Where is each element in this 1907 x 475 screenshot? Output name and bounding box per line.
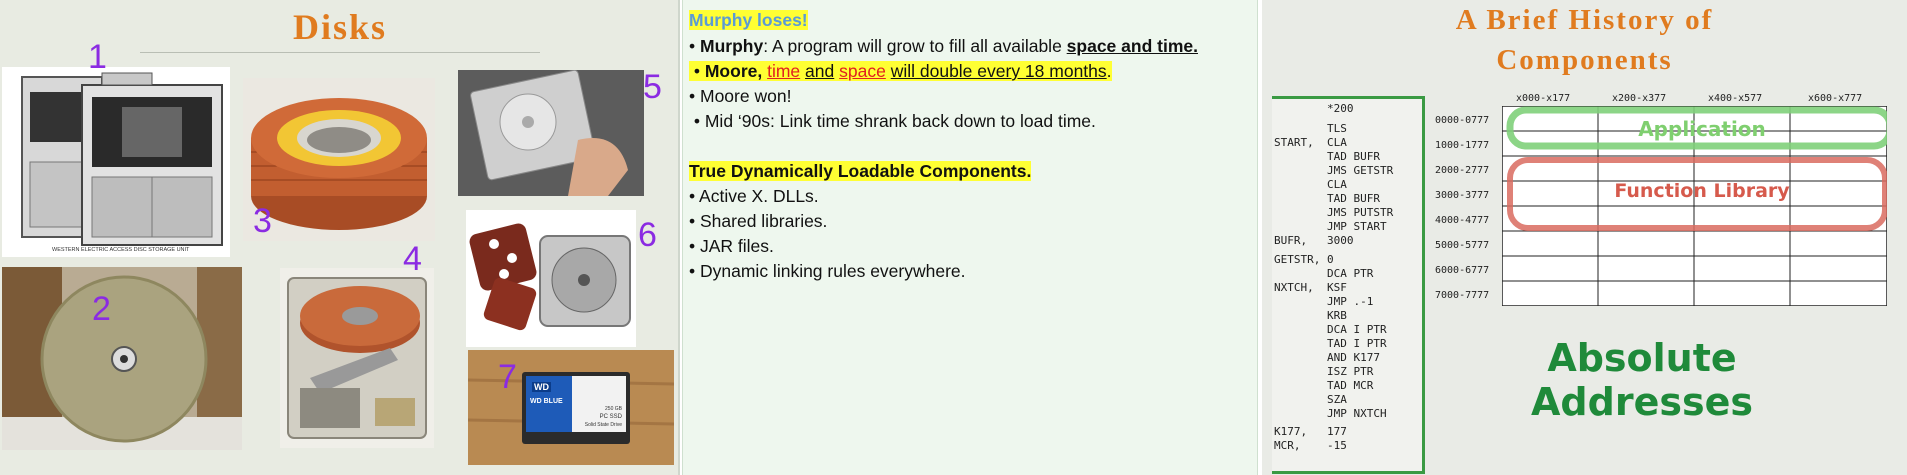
code-line: JMP .-1 (1274, 295, 1374, 308)
photo1-caption: WESTERN ELECTRIC ACCESS DISC STORAGE UNI… (52, 247, 190, 253)
wd-logo: WD (532, 382, 551, 392)
bullet-shared-libraries: • Shared libraries. (689, 211, 828, 231)
row-label: 2000-2777 (1435, 165, 1490, 176)
column-label: x600-x777 (1808, 93, 1863, 104)
photo-laptop-drive (458, 70, 644, 196)
assembly-code-listing: *200 TLS START, CLA TAD BUFR JMS GETSTR … (1272, 96, 1425, 474)
code-line: GETSTR, 0 (1274, 253, 1334, 266)
code-line: SZA (1274, 393, 1347, 406)
row-label: 0000-0777 (1435, 115, 1490, 126)
code-line: START, CLA (1274, 136, 1347, 149)
slide-title-line2: Components (1496, 44, 1673, 76)
photo-number-1: 1 (88, 38, 107, 76)
ssd-desc2: Solid State Drive (584, 422, 622, 428)
photo-number-6: 6 (638, 216, 657, 254)
ssd-desc1: PC SSD (599, 414, 622, 420)
code-line: ISZ PTR (1274, 365, 1374, 378)
photo-number-4: 4 (403, 240, 422, 278)
caption-addresses: Addresses (1531, 380, 1753, 424)
row-label: 7000-7777 (1435, 290, 1490, 301)
code-line: MCR, -15 (1274, 439, 1347, 452)
ssd-body: WD WD BLUE 250 GB PC SSD Solid State Dri… (522, 372, 630, 444)
code-line: TAD BUFR (1274, 192, 1380, 205)
code-line: BUFR, 3000 (1274, 234, 1354, 247)
link-time-line: • Mid ‘90s: Link time shrank back down t… (689, 111, 1096, 131)
large-platter-illustration (2, 267, 242, 450)
code-line: TLS (1274, 122, 1347, 135)
murphy-law-line: • Murphy: A program will grow to fill al… (689, 36, 1198, 56)
code-line: *200 (1274, 102, 1354, 115)
row-label: 6000-6777 (1435, 265, 1490, 276)
open-hard-drive-illustration (287, 277, 427, 439)
slide-title-line1: A Brief History of (1455, 4, 1714, 36)
code-line: TAD BUFR (1274, 150, 1380, 163)
code-line: NXTCH, KSF (1274, 281, 1347, 294)
dice-drive-illustration (469, 223, 631, 331)
code-line: JMP START (1274, 220, 1387, 233)
bullet-jar-files: • JAR files. (689, 236, 774, 256)
ssd-label: WD WD BLUE 250 GB PC SSD Solid State Dri… (526, 376, 626, 432)
row-label: 1000-1777 (1435, 140, 1490, 151)
code-line: DCA PTR (1274, 267, 1374, 280)
column-label: x200-x377 (1612, 93, 1667, 104)
code-line: JMP NXTCH (1274, 407, 1387, 420)
ssd-capacity: 250 GB (605, 406, 622, 412)
moore-highlight: • Moore, time and space will double ever… (689, 61, 1112, 81)
disks-slide: Disks WESTERN ELECTRIC ACCESS DISC STORA… (0, 0, 680, 475)
row-label: 5000-5777 (1435, 240, 1490, 251)
photo-large-platter (2, 267, 242, 450)
history-slide: A Brief History of Components *200 TLS S… (1262, 0, 1907, 475)
application-label: Application (1638, 117, 1766, 141)
murphy-heading: Murphy loses! (689, 10, 808, 30)
row-label: 4000-4777 (1435, 215, 1490, 226)
laptop-drive-illustration (458, 70, 644, 196)
code-line: TAD I PTR (1274, 337, 1387, 350)
photo-dice-drive (466, 210, 636, 347)
photo-number-5: 5 (643, 68, 662, 106)
caption-absolute: Absolute (1547, 336, 1737, 380)
column-label: x000-x177 (1516, 93, 1571, 104)
photo-number-7: 7 (498, 358, 517, 396)
code-line: CLA (1274, 178, 1347, 191)
title-rule (140, 52, 540, 53)
components-heading: True Dynamically Loadable Components. (689, 161, 1032, 181)
moore-won-line: • Moore won! (689, 86, 792, 106)
code-line: AND K177 (1274, 351, 1380, 364)
code-line: DCA I PTR (1274, 323, 1387, 336)
bullet-activex: • Active X. DLLs. (689, 186, 819, 206)
murphy-slide: Murphy loses! • Murphy: A program will g… (682, 0, 1258, 475)
row-label: 3000-3777 (1435, 190, 1490, 201)
code-line: TAD MCR (1274, 379, 1374, 392)
photo-open-hard-drive (280, 268, 434, 448)
photo-number-3: 3 (253, 202, 272, 240)
bullet-dynamic-linking: • Dynamic linking rules everywhere. (689, 261, 966, 281)
code-line: K177, 177 (1274, 425, 1347, 438)
wd-product: WD BLUE (530, 398, 563, 405)
moore-law-line: • Moore, time and space will double ever… (689, 61, 1112, 82)
code-line: KRB (1274, 309, 1347, 322)
column-label: x400-x577 (1708, 93, 1763, 104)
photo-number-2: 2 (92, 290, 111, 328)
library-label: Function Library (1614, 180, 1790, 202)
photo-disc-storage-unit: WESTERN ELECTRIC ACCESS DISC STORAGE UNI… (2, 67, 230, 257)
disc-storage-unit-illustration (21, 72, 223, 246)
code-line: JMS PUTSTR (1274, 206, 1394, 219)
code-line: JMS GETSTR (1274, 164, 1394, 177)
